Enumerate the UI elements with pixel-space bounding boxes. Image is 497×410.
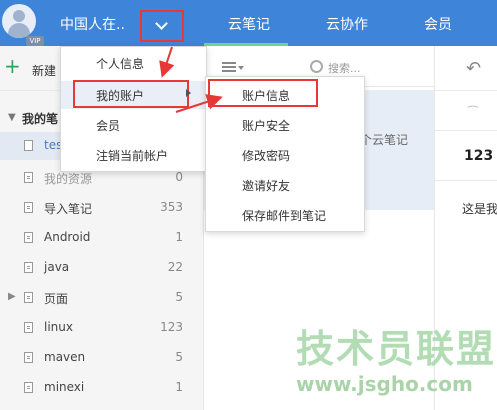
annotation-arrow [175, 94, 223, 113]
annotation-arrow [159, 46, 175, 78]
watermark-url: www.jsgho.com [296, 372, 473, 396]
watermark-text: 技术员联盟 [296, 327, 497, 371]
